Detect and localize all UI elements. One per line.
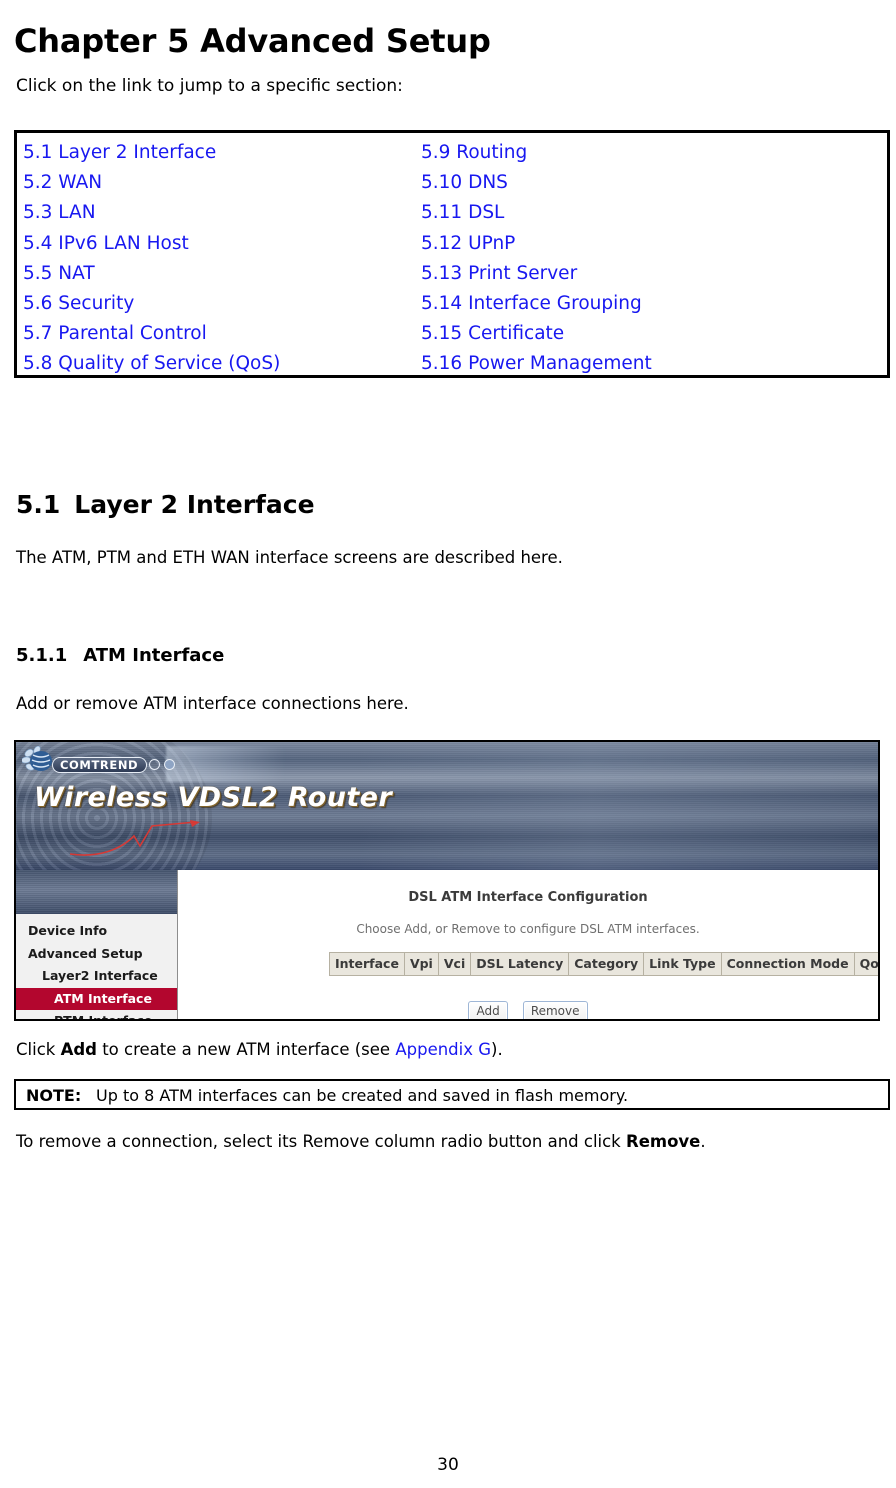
column-header-vpi: Vpi (403, 952, 439, 976)
toc-link-5-3[interactable]: 5.3 LAN (23, 198, 280, 228)
click-add-suffix: ). (491, 1040, 503, 1059)
atm-interface-table: Interface Vpi Vci DSL Latency Category L… (329, 952, 878, 976)
add-button[interactable]: Add (468, 1001, 508, 1019)
to-remove-paragraph: To remove a connection, select its Remov… (16, 1130, 706, 1153)
toc-column-right: 5.9 Routing 5.10 DNS 5.11 DSL 5.12 UPnP … (421, 138, 652, 380)
toc-link-5-15[interactable]: 5.15 Certificate (421, 319, 652, 349)
sidebar-item-advanced-setup[interactable]: Advanced Setup (16, 943, 177, 966)
click-add-bold-add: Add (60, 1040, 97, 1059)
toc-link-5-12[interactable]: 5.12 UPnP (421, 229, 652, 259)
column-header-vci: Vci (437, 952, 472, 976)
section-link-box: 5.1 Layer 2 Interface 5.2 WAN 5.3 LAN 5.… (14, 130, 890, 378)
toc-link-5-4[interactable]: 5.4 IPv6 LAN Host (23, 229, 280, 259)
router-sidebar: Device Info Advanced Setup Layer2 Interf… (16, 914, 177, 1019)
brand-label: COMTREND (52, 757, 148, 773)
subsection-number: 5.1.1 (16, 645, 68, 666)
column-header-dsl-latency: DSL Latency (470, 952, 570, 976)
toc-link-5-9[interactable]: 5.9 Routing (421, 138, 652, 168)
column-header-category: Category (568, 952, 645, 976)
to-remove-prefix: To remove a connection, select its Remov… (16, 1132, 626, 1151)
note-text: Up to 8 ATM interfaces can be created an… (96, 1086, 629, 1105)
column-header-connection-mode: Connection Mode (720, 952, 855, 976)
config-page-title: DSL ATM Interface Configuration (408, 890, 648, 905)
sidebar-art-strip (16, 870, 177, 914)
note-label: NOTE: (26, 1086, 82, 1105)
router-product-title: Wireless VDSL2 Router (34, 782, 393, 813)
section-heading-5-1-1: 5.1.1 ATM Interface (16, 644, 224, 668)
router-web-ui-screenshot: COMTREND Wireless VDSL2 Router Device In… (14, 740, 880, 1021)
to-remove-bold-remove: Remove (625, 1132, 701, 1151)
toc-link-5-6[interactable]: 5.6 Security (23, 289, 280, 319)
intro-text: Click on the link to jump to a specific … (16, 76, 403, 96)
comtrend-flower-logo-icon (22, 746, 52, 771)
toc-link-5-10[interactable]: 5.10 DNS (421, 168, 652, 198)
pane-corner-tab-decoration (178, 870, 192, 880)
click-add-paragraph: Click Add to create a new ATM interface … (16, 1038, 503, 1061)
remove-button[interactable]: Remove (522, 1001, 588, 1019)
brand-dot-outline-icon (149, 759, 160, 770)
sidebar-item-device-info[interactable]: Device Info (16, 920, 177, 943)
section-5-1-body: The ATM, PTM and ETH WAN interface scree… (16, 548, 563, 567)
page-number: 30 (437, 1455, 459, 1475)
note-callout-box: NOTE: Up to 8 ATM interfaces can be crea… (14, 1079, 890, 1110)
toc-link-5-5[interactable]: 5.5 NAT (23, 259, 280, 289)
banner-swoosh-arrow-icon (69, 820, 200, 856)
config-page-subtitle: Choose Add, or Remove to configure DSL A… (356, 922, 700, 936)
column-header-interface: Interface (329, 952, 405, 976)
section-5-1-1-body: Add or remove ATM interface connections … (16, 694, 409, 713)
sidebar-item-layer2-interface[interactable]: Layer2 Interface (16, 965, 177, 988)
page-title: Chapter 5 Advanced Setup (14, 22, 491, 61)
column-header-link-type: Link Type (643, 952, 722, 976)
banner-gradient-decoration (358, 742, 878, 870)
table-header-row: Interface Vpi Vci DSL Latency Category L… (329, 952, 878, 976)
toc-link-5-7[interactable]: 5.7 Parental Control (23, 319, 280, 349)
toc-link-5-16[interactable]: 5.16 Power Management (421, 349, 652, 379)
brand-dot-filled-icon (164, 759, 175, 770)
toc-link-5-11[interactable]: 5.11 DSL (421, 198, 652, 228)
toc-link-5-1[interactable]: 5.1 Layer 2 Interface (23, 138, 280, 168)
section-number: 5.1 (16, 489, 61, 519)
appendix-g-link[interactable]: Appendix G (395, 1040, 491, 1059)
to-remove-suffix: . (700, 1132, 706, 1151)
toc-column-left: 5.1 Layer 2 Interface 5.2 WAN 5.3 LAN 5.… (23, 138, 280, 380)
column-header-qos: QoS (853, 952, 878, 976)
router-banner: COMTREND Wireless VDSL2 Router (16, 742, 878, 870)
toc-link-5-2[interactable]: 5.2 WAN (23, 168, 280, 198)
section-title: Layer 2 Interface (74, 489, 315, 519)
click-add-middle: to create a new ATM interface (see (96, 1040, 396, 1059)
banner-highlight-decoration (166, 746, 286, 782)
section-heading-5-1: 5.1 Layer 2 Interface (16, 489, 315, 521)
subsection-title: ATM Interface (83, 645, 225, 666)
document-page: Chapter 5 Advanced Setup Click on the li… (0, 0, 896, 1488)
sidebar-item-ptm-interface[interactable]: PTM Interface (16, 1010, 177, 1019)
router-sidebar-menu: Device Info Advanced Setup Layer2 Interf… (16, 920, 177, 1019)
config-button-row: Add Remove (178, 1000, 878, 1019)
click-add-prefix: Click (16, 1040, 61, 1059)
toc-link-5-8[interactable]: 5.8 Quality of Service (QoS) (23, 349, 280, 379)
router-content-pane: DSL ATM Interface Configuration Choose A… (177, 870, 878, 1019)
toc-link-5-14[interactable]: 5.14 Interface Grouping (421, 289, 652, 319)
sidebar-item-atm-interface[interactable]: ATM Interface (16, 987, 177, 1010)
toc-link-5-13[interactable]: 5.13 Print Server (421, 259, 652, 289)
